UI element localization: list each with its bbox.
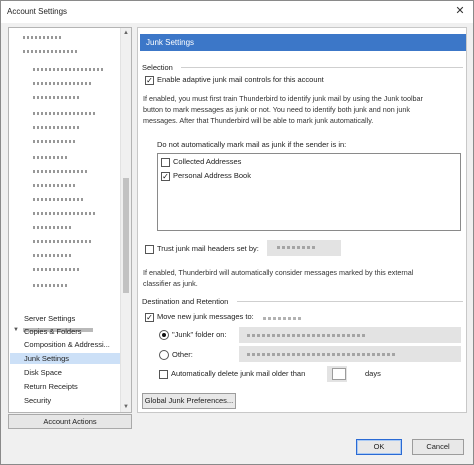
junk-folder-radio[interactable] [159, 330, 169, 341]
desc1-line2: button to mark messages as junk or not. … [143, 105, 410, 114]
other-label: Other: [172, 350, 193, 359]
destination-divider [237, 301, 463, 302]
tree-row-obscured [33, 112, 95, 115]
cancel-button[interactable]: Cancel [412, 439, 464, 455]
close-icon[interactable]: ✕ [451, 3, 469, 19]
collected-addresses-checkbox[interactable] [161, 157, 170, 167]
other-row[interactable]: Other: [159, 350, 193, 361]
address-book-list[interactable]: Collected Addresses Personal Address Boo… [157, 153, 461, 231]
tree-item-security[interactable]: Security [10, 395, 120, 406]
global-junk-preferences-button[interactable]: Global Junk Preferences... [142, 393, 236, 409]
destination-section-label: Destination and Retention [142, 297, 229, 306]
desc1-line1: If enabled, you must first train Thunder… [143, 94, 423, 103]
dropdown-value-obscured [247, 334, 367, 337]
tree-item-disk-space[interactable]: Disk Space [10, 367, 120, 378]
tree-row-obscured [23, 36, 61, 39]
trust-description: If enabled, Thunderbird will automatical… [143, 267, 413, 289]
tree-row-obscured [33, 212, 97, 215]
tree-row-obscured [33, 126, 79, 129]
account-actions-button[interactable]: Account Actions [8, 414, 132, 429]
address-book-item[interactable]: Personal Address Book [161, 171, 251, 181]
auto-delete-label: Automatically delete junk mail older tha… [171, 369, 306, 378]
tree-item-return-receipts[interactable]: Return Receipts [10, 381, 120, 392]
obscured-text [263, 317, 303, 320]
tree-row-obscured [33, 170, 89, 173]
scroll-down-icon[interactable]: ▼ [121, 402, 131, 412]
days-input[interactable] [332, 368, 346, 380]
trust-headers-label: Trust junk mail headers set by: [157, 244, 259, 253]
move-new-checkbox[interactable] [145, 312, 154, 322]
tree-item-server-settings[interactable]: Server Settings [10, 313, 120, 324]
tree-row-obscured [33, 268, 79, 271]
desc1-line3: messages. After that Thunderbird will be… [143, 116, 374, 125]
other-folder-dropdown[interactable] [239, 346, 461, 362]
tree-item-junk-settings[interactable]: Junk Settings [10, 353, 120, 364]
enable-adaptive-label: Enable adaptive junk mail controls for t… [157, 75, 324, 84]
personal-address-book-label: Personal Address Book [173, 171, 251, 180]
tree-row-obscured [33, 184, 77, 187]
account-tree[interactable]: ▼ Server Settings Copies & Folders Compo… [8, 27, 132, 413]
auto-delete-row[interactable]: Automatically delete junk mail older tha… [159, 369, 305, 379]
window-title: Account Settings [7, 7, 68, 16]
tree-row-obscured [33, 82, 93, 85]
trust-headers-row[interactable]: Trust junk mail headers set by: [145, 244, 259, 254]
desc2-line1: If enabled, Thunderbird will automatical… [143, 268, 414, 277]
days-label: days [365, 369, 381, 378]
tree-row-obscured [33, 68, 103, 71]
tree-row-obscured [23, 50, 77, 53]
junk-folder-label: "Junk" folder on: [172, 330, 227, 339]
selection-divider [181, 67, 463, 68]
enable-adaptive-checkbox[interactable] [145, 75, 154, 85]
enable-adaptive-row[interactable]: Enable adaptive junk mail controls for t… [145, 75, 324, 85]
adaptive-description: If enabled, you must first train Thunder… [143, 93, 423, 126]
scroll-up-icon[interactable]: ▲ [121, 28, 131, 38]
trust-headers-checkbox[interactable] [145, 244, 154, 254]
tree-item-composition[interactable]: Composition & Addressi... [10, 339, 120, 350]
scroll-thumb[interactable] [123, 178, 129, 293]
do-not-mark-label: Do not automatically mark mail as junk i… [157, 140, 347, 149]
desc2-line2: classifier as junk. [143, 279, 198, 288]
auto-delete-checkbox[interactable] [159, 369, 168, 379]
dropdown-value-obscured [277, 246, 317, 249]
move-new-label: Move new junk messages to: [157, 312, 254, 321]
tree-row-obscured [33, 96, 81, 99]
tree-row-obscured [33, 198, 83, 201]
tree-row-obscured [33, 140, 75, 143]
tree-row-obscured [33, 156, 69, 159]
tree-row-obscured [33, 240, 91, 243]
ok-button[interactable]: OK [356, 439, 402, 455]
tree-row-obscured [33, 226, 73, 229]
selection-section-label: Selection [142, 63, 173, 72]
tree-row-obscured [33, 254, 73, 257]
account-settings-window: Account Settings ✕ ▼ Server Settings Cop… [0, 0, 474, 465]
junk-folder-account-dropdown[interactable] [239, 327, 461, 343]
junk-folder-row[interactable]: "Junk" folder on: [159, 330, 227, 341]
title-bar: Account Settings ✕ [1, 1, 473, 23]
tree-scrollbar[interactable]: ▲ ▼ [120, 28, 131, 412]
personal-address-book-checkbox[interactable] [161, 171, 170, 181]
address-book-item[interactable]: Collected Addresses [161, 157, 241, 167]
move-new-row[interactable]: Move new junk messages to: [145, 312, 254, 322]
dropdown-value-obscured [247, 353, 397, 356]
collected-addresses-label: Collected Addresses [173, 157, 242, 166]
tree-item-copies-folders[interactable]: Copies & Folders [10, 326, 120, 337]
other-radio[interactable] [159, 350, 169, 361]
panel-header: Junk Settings [140, 34, 466, 51]
tree-row-obscured [33, 284, 69, 287]
header-source-dropdown[interactable] [267, 240, 341, 256]
